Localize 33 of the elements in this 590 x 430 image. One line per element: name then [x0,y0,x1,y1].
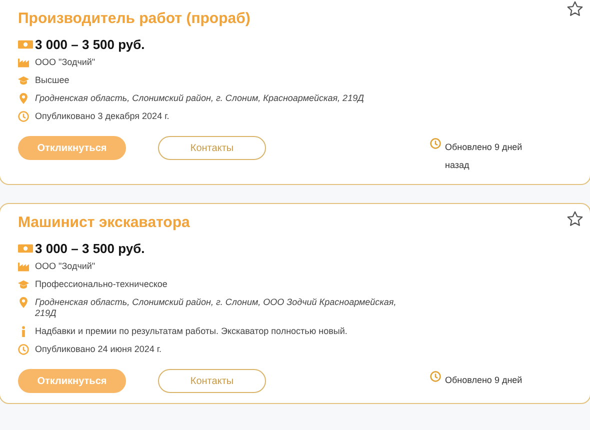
salary: 3 000 – 3 500 руб. [35,241,145,256]
vacancy-title[interactable]: Машинист экскаватора [18,214,572,231]
detail-text: Опубликовано 3 декабря 2024 г. [35,111,170,122]
location-pin-icon [18,93,29,104]
banknote-icon [18,39,33,50]
star-icon[interactable] [566,210,584,228]
detail-text: Гродненская область, Слонимский район, г. Слоним, ООО Зодчий Красноармейская, 219Д [35,297,398,319]
detail-text: Надбавки и премии по результатам работы. Экскаватор полностью новый. [35,326,348,337]
detail-text: ООО "Зодчий" [35,57,96,68]
clock-icon [430,138,441,149]
detail-text: Гродненская область, Слонимский район, г. Слоним, Красноармейская, 219Д [35,93,364,104]
graduation-cap-icon [18,75,29,86]
salary: 3 000 – 3 500 руб. [35,37,145,52]
clock-icon [18,344,29,355]
detail-text: ООО "Зодчий" [35,261,96,272]
clock-icon [18,111,29,122]
apply-button[interactable]: Откликнуться [18,136,126,160]
location-pin-icon [18,297,29,308]
clock-icon [430,371,441,382]
factory-icon [18,261,29,272]
vacancy-title[interactable]: Производитель работ (прораб) [18,10,572,27]
detail-text: Профессионально-техническое [35,279,168,290]
apply-button[interactable]: Откликнуться [18,369,126,393]
updated-text: Обновлено 9 дней [445,374,522,387]
updated-text: Обновлено 9 дней назад [445,141,524,172]
factory-icon [18,57,29,68]
graduation-cap-icon [18,279,29,290]
banknote-icon [18,243,33,254]
contacts-button[interactable]: Контакты [158,136,266,160]
contacts-button[interactable]: Контакты [158,369,266,393]
detail-text: Высшее [35,75,70,86]
star-icon[interactable] [566,0,584,18]
detail-text: Опубликовано 24 июня 2024 г. [35,344,162,355]
